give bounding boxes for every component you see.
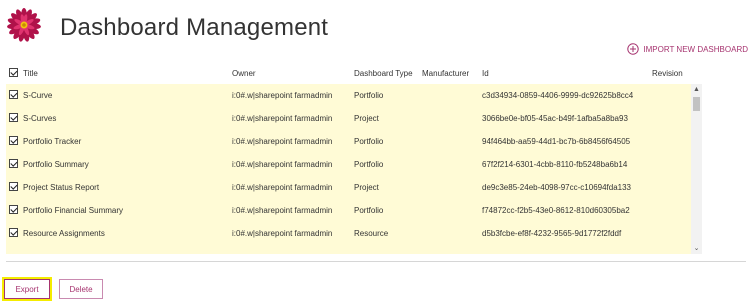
import-new-dashboard-label: IMPORT NEW DASHBOARD xyxy=(643,44,748,54)
row-owner: i:0#.w|sharepoint farmadmin xyxy=(232,91,333,100)
row-id: d5b3fcbe-ef8f-4232-9565-9d1772f2fddf xyxy=(482,229,622,238)
select-all-checkbox[interactable] xyxy=(9,64,18,84)
dashboards-table: Title Owner Dashboard Type Manufacturer … xyxy=(6,64,702,254)
scrollbar-thumb[interactable] xyxy=(693,97,700,111)
row-id: de9c3e85-24eb-4098-97cc-c10694fda133 xyxy=(482,183,632,192)
plus-circle-icon xyxy=(627,43,640,55)
row-title: Portfolio Summary xyxy=(23,160,89,169)
row-dashboard-type: Project xyxy=(354,183,379,192)
table-scrollbar[interactable]: ▲ ⌄ xyxy=(691,84,702,254)
row-title: Portfolio Tracker xyxy=(23,137,82,146)
row-id: f74872cc-f2b5-43e0-8612-810d60305ba2 xyxy=(482,206,630,215)
flower-logo-icon xyxy=(6,7,42,43)
row-id: 94f464bb-aa59-44d1-bc7b-6b8456f64505 xyxy=(482,137,631,146)
scroll-up-arrow-icon[interactable]: ▲ xyxy=(691,84,702,95)
page-title: Dashboard Management xyxy=(60,14,329,41)
row-checkbox[interactable] xyxy=(9,222,18,245)
row-owner: i:0#.w|sharepoint farmadmin xyxy=(232,183,333,192)
dashboard-management-page: Dashboard Management IMPORT NEW DASHBOAR… xyxy=(0,0,754,303)
row-id: 3066be0e-bf05-45ac-b49f-1afba5a8ba93 xyxy=(482,114,628,123)
row-owner: i:0#.w|sharepoint farmadmin xyxy=(232,229,333,238)
row-checkbox[interactable] xyxy=(9,107,18,130)
row-owner: i:0#.w|sharepoint farmadmin xyxy=(232,206,333,215)
row-owner: i:0#.w|sharepoint farmadmin xyxy=(232,114,333,123)
table-row[interactable]: S-Curve i:0#.w|sharepoint farmadmin Port… xyxy=(6,84,702,107)
table-row[interactable]: Project Status Report i:0#.w|sharepoint … xyxy=(6,176,702,199)
export-button[interactable]: Export xyxy=(4,279,50,299)
row-checkbox[interactable] xyxy=(9,176,18,199)
row-title: Resource Assignments xyxy=(23,229,105,238)
row-id: c3d34934-0859-4406-9999-dc92625b8cc4 xyxy=(482,91,634,100)
row-owner: i:0#.w|sharepoint farmadmin xyxy=(232,137,333,146)
row-checkbox[interactable] xyxy=(9,130,18,153)
table-row[interactable]: S-Curves i:0#.w|sharepoint farmadmin Pro… xyxy=(6,107,702,130)
column-header-dashboard-type[interactable]: Dashboard Type xyxy=(354,64,420,84)
column-header-id[interactable]: Id xyxy=(482,64,652,84)
row-dashboard-type: Portfolio xyxy=(354,137,384,146)
table-row[interactable]: Portfolio Financial Summary i:0#.w|share… xyxy=(6,199,702,222)
table-row[interactable]: Portfolio Summary i:0#.w|sharepoint farm… xyxy=(6,153,702,176)
row-dashboard-type: Portfolio xyxy=(354,160,384,169)
row-title: S-Curve xyxy=(23,91,53,100)
delete-button[interactable]: Delete xyxy=(59,279,103,299)
column-header-revision[interactable]: Revision xyxy=(652,64,692,84)
table-row[interactable]: Portfolio Tracker i:0#.w|sharepoint farm… xyxy=(6,130,702,153)
column-header-manufacturer[interactable]: Manufacturer xyxy=(422,64,482,84)
column-header-title[interactable]: Title xyxy=(23,64,223,84)
scroll-down-arrow-icon[interactable]: ⌄ xyxy=(691,243,702,254)
row-dashboard-type: Portfolio xyxy=(354,206,384,215)
row-checkbox[interactable] xyxy=(9,199,18,222)
table-body[interactable]: S-Curve i:0#.w|sharepoint farmadmin Port… xyxy=(6,84,702,254)
row-checkbox[interactable] xyxy=(9,84,18,107)
row-owner: i:0#.w|sharepoint farmadmin xyxy=(232,160,333,169)
row-dashboard-type: Project xyxy=(354,114,379,123)
row-title: S-Curves xyxy=(23,114,57,123)
row-id: 67f2f214-6301-4cbb-8110-fb5248ba6b14 xyxy=(482,160,628,169)
row-dashboard-type: Resource xyxy=(354,229,389,238)
table-row[interactable]: Resource Assignments i:0#.w|sharepoint f… xyxy=(6,222,702,245)
section-divider xyxy=(6,261,746,262)
import-new-dashboard-link[interactable]: IMPORT NEW DASHBOARD xyxy=(627,43,748,55)
row-dashboard-type: Portfolio xyxy=(354,91,384,100)
column-header-owner[interactable]: Owner xyxy=(232,64,350,84)
row-checkbox[interactable] xyxy=(9,153,18,176)
row-title: Portfolio Financial Summary xyxy=(23,206,124,215)
table-header-row: Title Owner Dashboard Type Manufacturer … xyxy=(6,64,702,84)
row-title: Project Status Report xyxy=(23,183,100,192)
